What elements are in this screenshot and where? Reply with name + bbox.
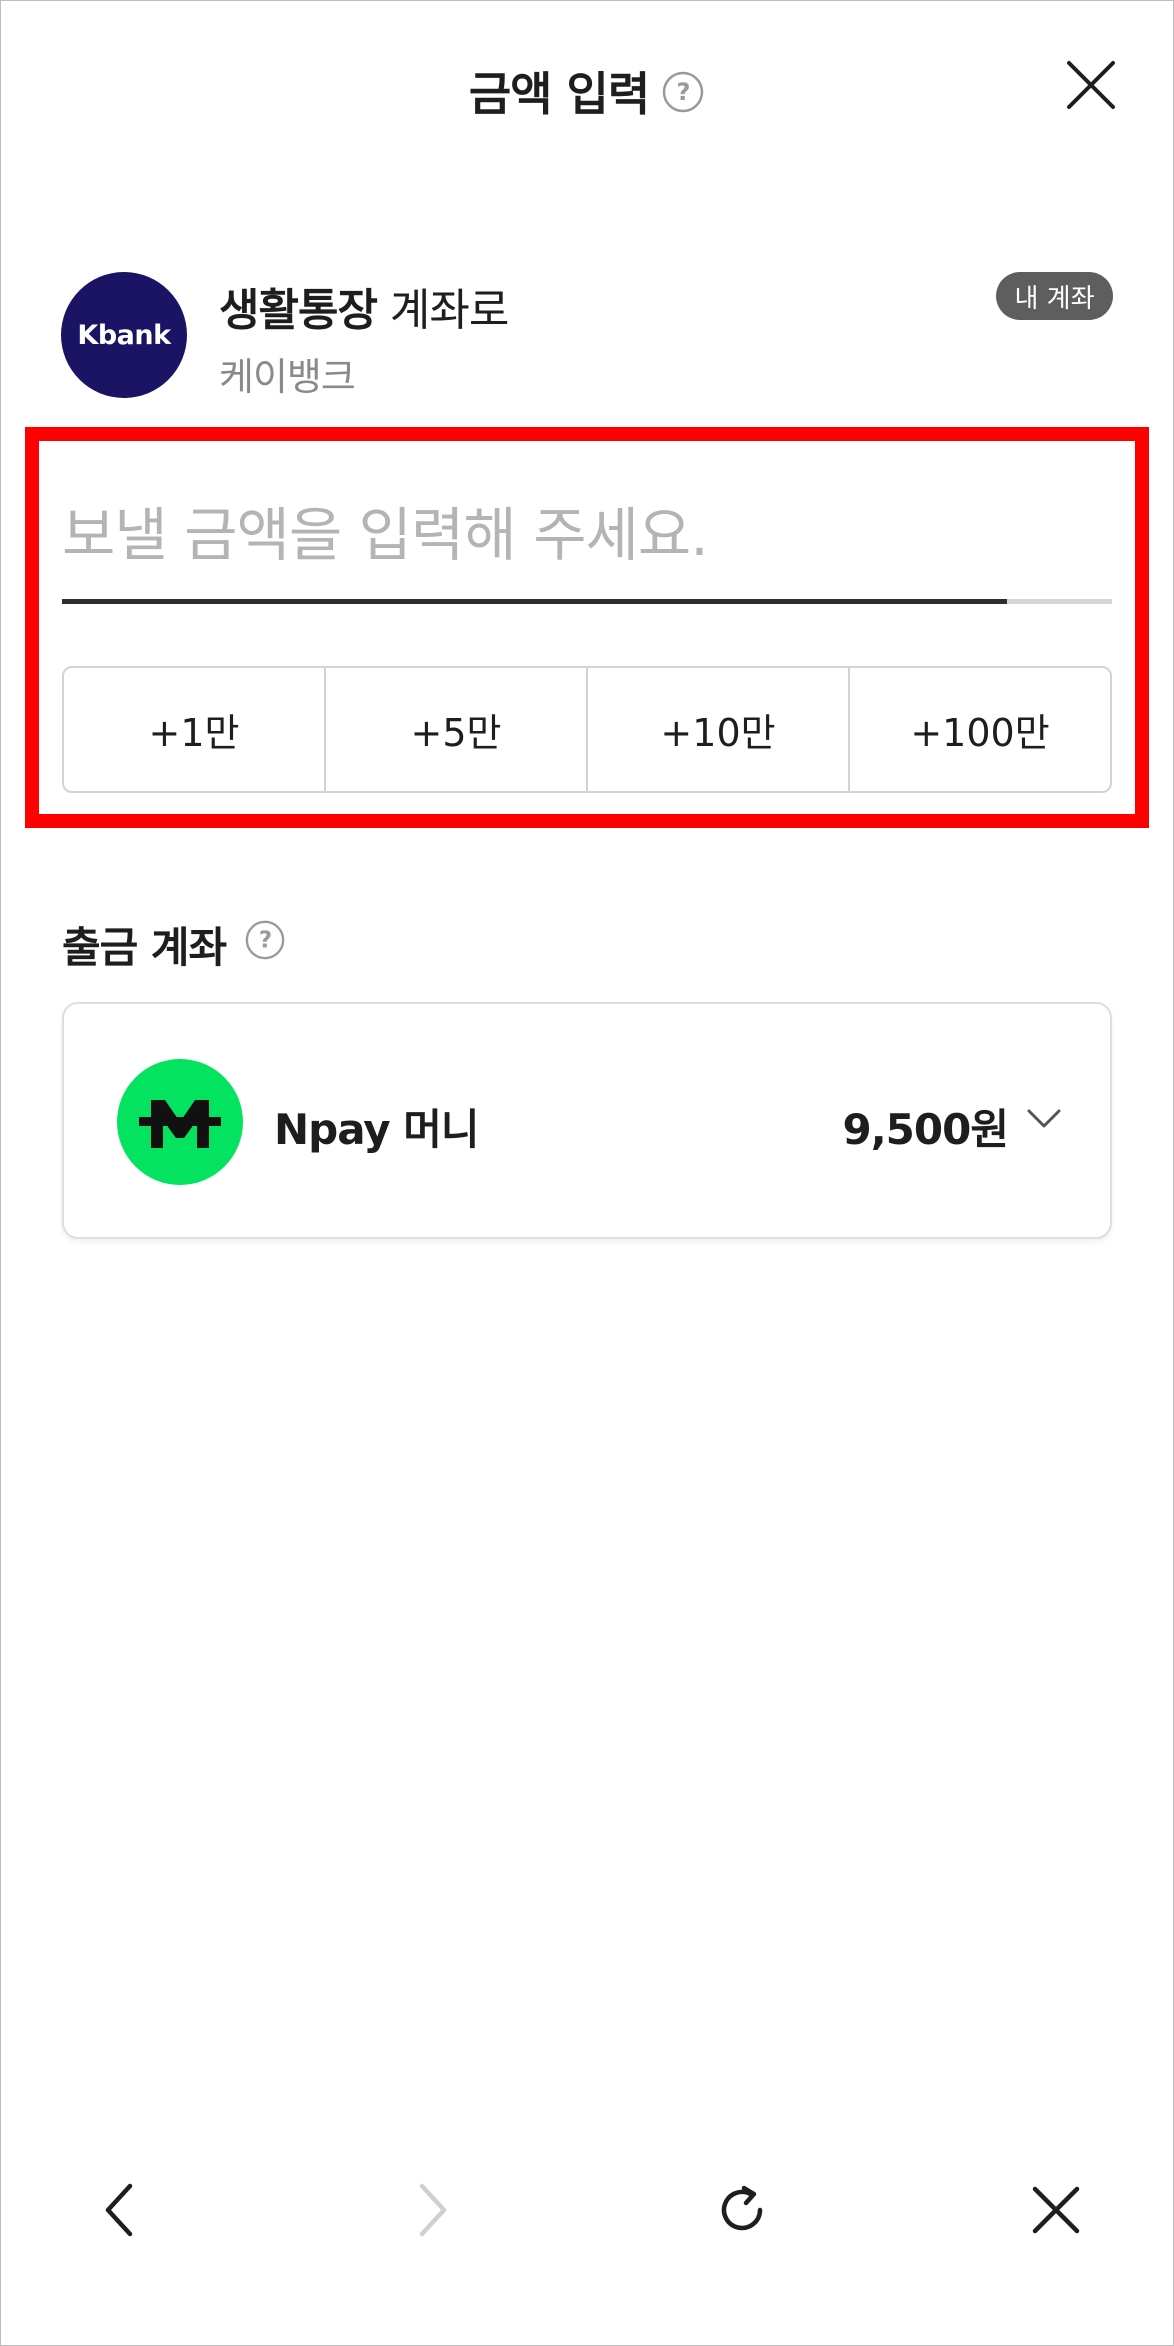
refresh-icon[interactable] — [712, 2180, 772, 2240]
page-title-text: 금액 입력 — [468, 67, 650, 121]
source-account-label: 출금 계좌 ? — [62, 914, 286, 975]
kbank-logo-text: Kbank — [77, 319, 171, 351]
add-1000000-button[interactable]: +100만 — [850, 668, 1110, 791]
recipient-account-suffix: 계좌로 — [376, 285, 509, 336]
recipient-bank: 케이뱅크 — [219, 355, 356, 399]
help-circle-icon[interactable]: ? — [244, 919, 286, 971]
npay-logo-icon — [117, 1059, 243, 1185]
add-50000-button[interactable]: +5만 — [326, 668, 588, 791]
help-circle-icon[interactable]: ? — [661, 70, 705, 125]
page-title: 금액 입력 ? — [0, 58, 1174, 125]
kbank-logo: Kbank — [61, 272, 187, 398]
source-account-label-text: 출금 계좌 — [62, 923, 227, 972]
source-account-selector[interactable]: Npay 머니 9,500원 — [62, 1002, 1112, 1239]
source-account-name: Npay 머니 — [274, 1105, 480, 1154]
back-arrow-icon[interactable] — [90, 2180, 150, 2240]
close-icon[interactable] — [1026, 2180, 1086, 2240]
recipient-account-name: 생활통장 — [219, 285, 378, 336]
svg-text:?: ? — [677, 78, 690, 106]
amount-underline-fill — [62, 599, 1007, 604]
amount-input[interactable] — [62, 490, 1112, 580]
svg-text:?: ? — [259, 927, 271, 953]
my-account-badge: 내 계좌 — [996, 272, 1113, 320]
add-100000-button[interactable]: +10만 — [588, 668, 850, 791]
recipient-account: 생활통장 계좌로 — [219, 274, 509, 338]
chevron-down-icon — [1026, 1108, 1062, 1134]
source-account-balance: 9,500원 — [842, 1105, 1009, 1154]
close-icon[interactable] — [1066, 60, 1116, 110]
quick-add-buttons: +1만 +5만 +10만 +100만 — [62, 666, 1112, 793]
forward-arrow-icon[interactable] — [402, 2180, 462, 2240]
add-10000-button[interactable]: +1만 — [64, 668, 326, 791]
